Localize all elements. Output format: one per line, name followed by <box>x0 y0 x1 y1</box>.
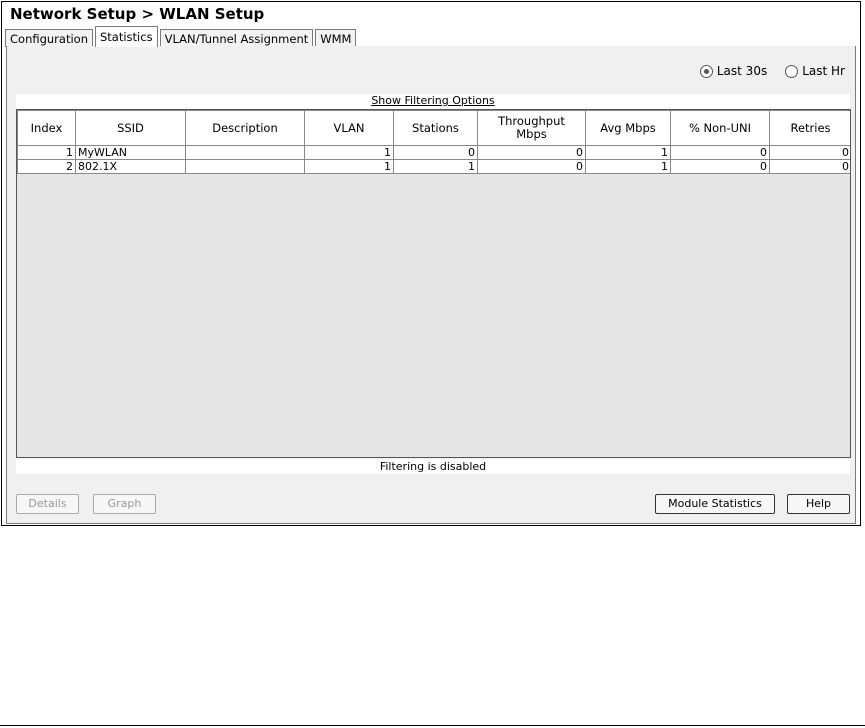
tab-bar: Configuration Statistics VLAN/Tunnel Ass… <box>5 26 358 47</box>
cell-description <box>185 145 305 160</box>
wlan-setup-window: Network Setup > WLAN Setup Configuration… <box>1 1 861 526</box>
radio-last-hr[interactable]: Last Hr <box>785 64 845 78</box>
page-title: Network Setup > WLAN Setup <box>10 5 265 23</box>
cell-index: 2 <box>17 159 76 174</box>
cell-stations: 1 <box>393 159 478 174</box>
column-header-index[interactable]: Index <box>17 110 76 146</box>
tab-vlan-tunnel-assignment[interactable]: VLAN/Tunnel Assignment <box>159 29 314 47</box>
statistics-panel: Last 30s Last Hr Show Filtering Options … <box>6 46 856 524</box>
cell-index: 1 <box>17 145 76 160</box>
cell-ssid: MyWLAN <box>75 145 186 160</box>
table-row[interactable]: 2 802.1X 1 1 0 1 0 0 <box>17 159 850 174</box>
cell-throughput: 0 <box>477 145 586 160</box>
cell-description <box>185 159 305 174</box>
wlan-statistics-table: Index SSID Description VLAN Stations Thr… <box>16 109 851 458</box>
details-button[interactable]: Details <box>16 494 79 514</box>
tab-configuration[interactable]: Configuration <box>5 29 93 47</box>
cell-avg-mbps: 1 <box>585 159 671 174</box>
column-header-description[interactable]: Description <box>185 110 305 146</box>
cell-vlan: 1 <box>304 159 394 174</box>
time-range-radio-group: Last 30s Last Hr <box>699 64 845 78</box>
cell-non-uni: 0 <box>670 145 770 160</box>
cell-stations: 0 <box>393 145 478 160</box>
column-header-stations[interactable]: Stations <box>393 110 478 146</box>
help-button[interactable]: Help <box>787 494 850 514</box>
radio-selected-icon[interactable] <box>699 64 713 78</box>
column-header-retries[interactable]: Retries <box>769 110 850 146</box>
radio-unselected-icon[interactable] <box>785 64 799 78</box>
page-divider <box>0 725 865 726</box>
graph-button[interactable]: Graph <box>93 494 156 514</box>
column-header-ssid[interactable]: SSID <box>75 110 186 146</box>
tab-statistics[interactable]: Statistics <box>95 26 158 47</box>
column-header-non-uni[interactable]: % Non-UNI <box>670 110 770 146</box>
table-header-row: Index SSID Description VLAN Stations Thr… <box>17 110 850 146</box>
filter-status-text: Filtering is disabled <box>16 459 850 474</box>
cell-retries: 0 <box>769 145 850 160</box>
cell-non-uni: 0 <box>670 159 770 174</box>
radio-last-30s[interactable]: Last 30s <box>699 64 768 78</box>
radio-label-last-30s: Last 30s <box>716 64 768 78</box>
tab-wmm[interactable]: WMM <box>315 29 357 47</box>
cell-ssid: 802.1X <box>75 159 186 174</box>
show-filtering-options-link[interactable]: Show Filtering Options <box>16 94 850 109</box>
cell-retries: 0 <box>769 159 850 174</box>
column-header-vlan[interactable]: VLAN <box>304 110 394 146</box>
table-row[interactable]: 1 MyWLAN 1 0 0 1 0 0 <box>17 145 850 160</box>
cell-throughput: 0 <box>477 159 586 174</box>
cell-avg-mbps: 1 <box>585 145 671 160</box>
cell-vlan: 1 <box>304 145 394 160</box>
radio-label-last-hr: Last Hr <box>802 64 845 78</box>
column-header-avg-mbps[interactable]: Avg Mbps <box>585 110 671 146</box>
module-statistics-button[interactable]: Module Statistics <box>655 494 775 514</box>
column-header-throughput[interactable]: Throughput Mbps <box>477 110 586 146</box>
